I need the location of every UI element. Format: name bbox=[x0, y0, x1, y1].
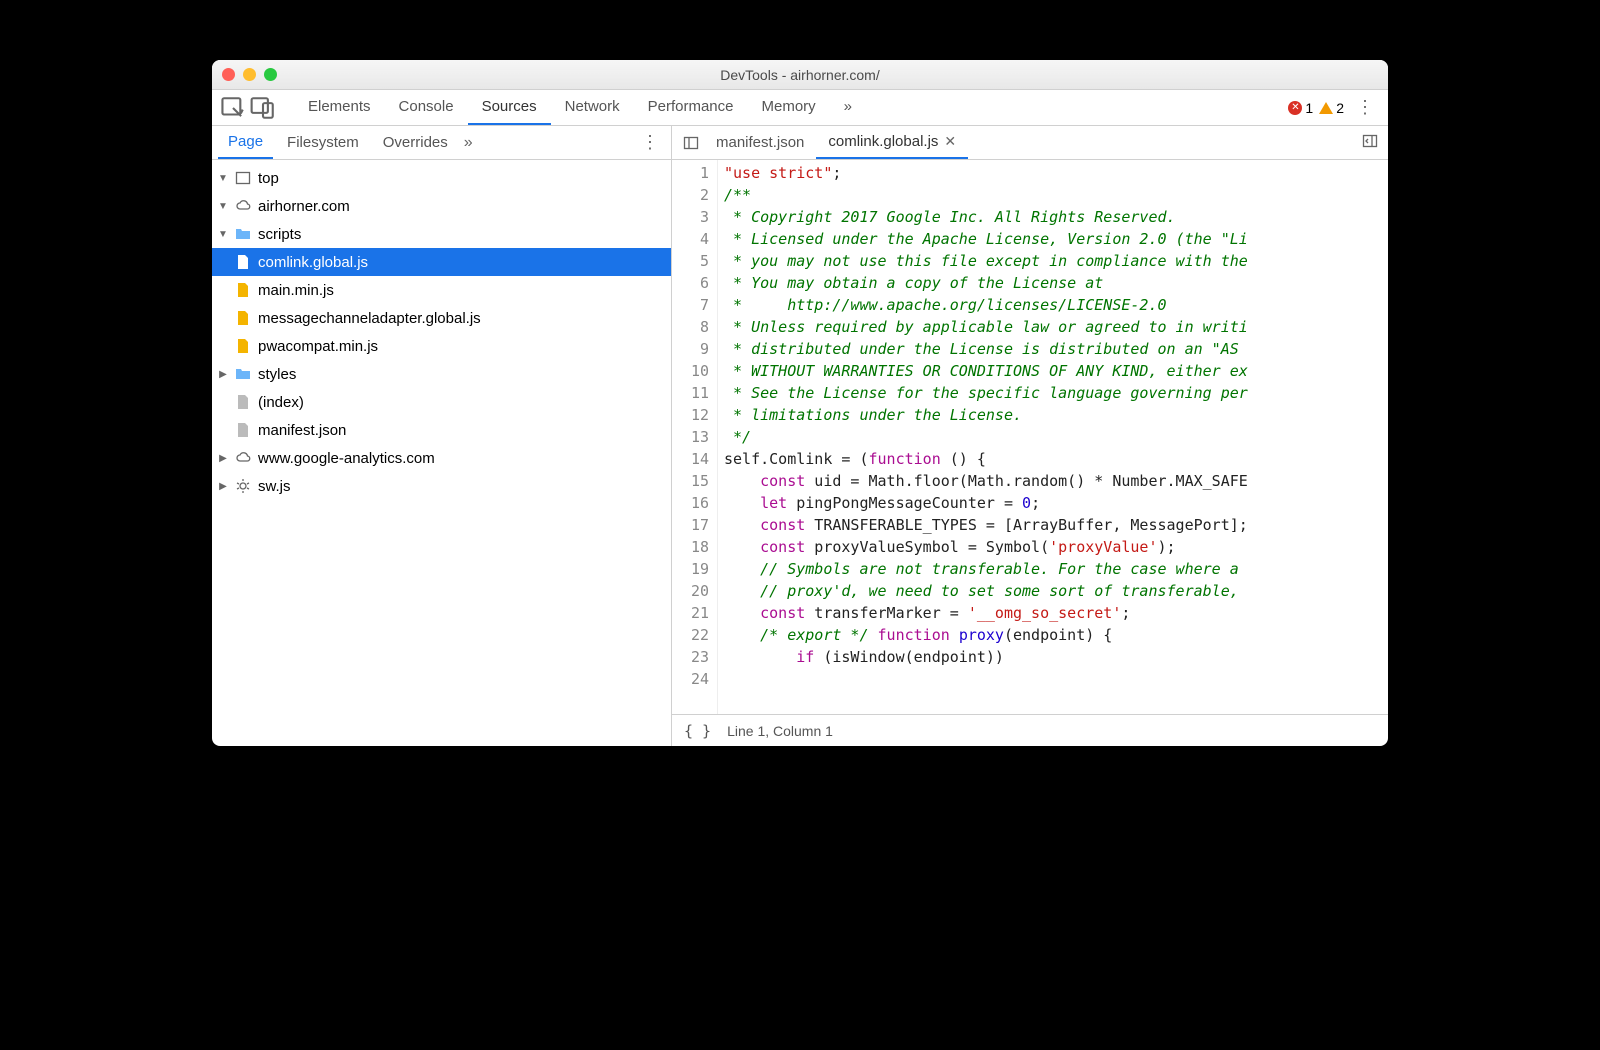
titlebar[interactable]: DevTools - airhorner.com/ bbox=[212, 60, 1388, 90]
tab-performance[interactable]: Performance bbox=[634, 90, 748, 125]
caret-down-icon: ▼ bbox=[218, 201, 228, 212]
subtabs-overflow-icon[interactable]: » bbox=[464, 134, 473, 152]
main-tabs: Elements Console Sources Network Perform… bbox=[294, 90, 1284, 125]
folder-icon bbox=[234, 365, 252, 383]
tree-label: manifest.json bbox=[258, 422, 346, 439]
tab-elements[interactable]: Elements bbox=[294, 90, 385, 125]
error-count[interactable]: ✕ 1 bbox=[1288, 100, 1313, 116]
device-mode-icon[interactable] bbox=[250, 95, 276, 121]
tree-label: pwacompat.min.js bbox=[258, 338, 378, 355]
tabs-overflow-icon[interactable]: » bbox=[830, 90, 866, 125]
document-icon bbox=[234, 421, 252, 439]
cloud-icon bbox=[234, 449, 252, 467]
tree-file-manifest[interactable]: manifest.json bbox=[212, 416, 671, 444]
js-file-icon bbox=[234, 253, 252, 271]
tab-memory[interactable]: Memory bbox=[748, 90, 830, 125]
navigator-menu-icon[interactable]: ⋮ bbox=[635, 132, 665, 153]
tree-top[interactable]: ▼ top bbox=[212, 164, 671, 192]
editor-tab-comlink[interactable]: comlink.global.js ✕ bbox=[816, 126, 968, 159]
code-content[interactable]: "use strict";/** * Copyright 2017 Google… bbox=[718, 160, 1388, 714]
tree-file-comlink[interactable]: comlink.global.js bbox=[212, 248, 671, 276]
tree-label: top bbox=[258, 170, 279, 187]
tree-sw[interactable]: ▶ sw.js bbox=[212, 472, 671, 500]
tree-file-mca[interactable]: messagechanneladapter.global.js bbox=[212, 304, 671, 332]
error-icon: ✕ bbox=[1288, 101, 1302, 115]
tree-label: www.google-analytics.com bbox=[258, 450, 435, 467]
file-tree: ▼ top ▼ airhorner.com ▼ scripts bbox=[212, 160, 671, 746]
js-file-icon bbox=[234, 309, 252, 327]
js-file-icon bbox=[234, 281, 252, 299]
tree-label: styles bbox=[258, 366, 296, 383]
tree-label: main.min.js bbox=[258, 282, 334, 299]
show-navigator-icon[interactable] bbox=[678, 135, 704, 151]
tab-console[interactable]: Console bbox=[385, 90, 468, 125]
tree-label: airhorner.com bbox=[258, 198, 350, 215]
warning-icon bbox=[1319, 102, 1333, 114]
tree-label: (index) bbox=[258, 394, 304, 411]
tree-domain-ga[interactable]: ▶ www.google-analytics.com bbox=[212, 444, 671, 472]
tree-file-pwa[interactable]: pwacompat.min.js bbox=[212, 332, 671, 360]
code-editor[interactable]: 123456789101112131415161718192021222324 … bbox=[672, 160, 1388, 714]
editor-tab-label: comlink.global.js bbox=[828, 133, 938, 150]
frame-icon bbox=[234, 169, 252, 187]
line-gutter: 123456789101112131415161718192021222324 bbox=[672, 160, 718, 714]
tree-label: scripts bbox=[258, 226, 301, 243]
tree-label: comlink.global.js bbox=[258, 254, 368, 271]
caret-right-icon: ▶ bbox=[218, 453, 228, 464]
main-toolbar: Elements Console Sources Network Perform… bbox=[212, 90, 1388, 126]
editor-tab-manifest[interactable]: manifest.json bbox=[704, 127, 816, 158]
cursor-position: Line 1, Column 1 bbox=[727, 723, 833, 739]
tree-domain-airhorner[interactable]: ▼ airhorner.com bbox=[212, 192, 671, 220]
caret-right-icon: ▶ bbox=[218, 481, 228, 492]
caret-down-icon: ▼ bbox=[218, 173, 228, 184]
close-tab-icon[interactable]: ✕ bbox=[944, 133, 956, 150]
show-debugger-icon[interactable] bbox=[1358, 133, 1382, 152]
navigator-tabs: Page Filesystem Overrides » ⋮ bbox=[212, 126, 671, 160]
document-icon bbox=[234, 393, 252, 411]
inspect-element-icon[interactable] bbox=[220, 95, 246, 121]
tree-file-index[interactable]: (index) bbox=[212, 388, 671, 416]
tree-label: sw.js bbox=[258, 478, 291, 495]
pretty-print-icon[interactable]: { } bbox=[684, 722, 711, 740]
caret-right-icon: ▶ bbox=[218, 369, 228, 380]
devtools-window: DevTools - airhorner.com/ Elements Conso… bbox=[212, 60, 1388, 746]
cloud-icon bbox=[234, 197, 252, 215]
editor-tab-label: manifest.json bbox=[716, 134, 804, 151]
settings-menu-icon[interactable]: ⋮ bbox=[1350, 97, 1380, 118]
service-worker-icon bbox=[234, 477, 252, 495]
subtab-filesystem[interactable]: Filesystem bbox=[277, 127, 369, 158]
editor-statusbar: { } Line 1, Column 1 bbox=[672, 714, 1388, 746]
caret-down-icon: ▼ bbox=[218, 229, 228, 240]
tree-folder-scripts[interactable]: ▼ scripts bbox=[212, 220, 671, 248]
tree-folder-styles[interactable]: ▶ styles bbox=[212, 360, 671, 388]
tab-sources[interactable]: Sources bbox=[468, 90, 551, 125]
subtab-overrides[interactable]: Overrides bbox=[373, 127, 458, 158]
tree-file-main[interactable]: main.min.js bbox=[212, 276, 671, 304]
editor-tabs: manifest.json comlink.global.js ✕ bbox=[672, 126, 1388, 160]
tab-network[interactable]: Network bbox=[551, 90, 634, 125]
folder-icon bbox=[234, 225, 252, 243]
warning-count[interactable]: 2 bbox=[1319, 100, 1344, 116]
js-file-icon bbox=[234, 337, 252, 355]
editor-pane: manifest.json comlink.global.js ✕ 123456… bbox=[672, 126, 1388, 746]
tree-label: messagechanneladapter.global.js bbox=[258, 310, 481, 327]
navigator-sidebar: Page Filesystem Overrides » ⋮ ▼ top ▼ ai… bbox=[212, 126, 672, 746]
window-title: DevTools - airhorner.com/ bbox=[212, 67, 1388, 83]
subtab-page[interactable]: Page bbox=[218, 126, 273, 159]
